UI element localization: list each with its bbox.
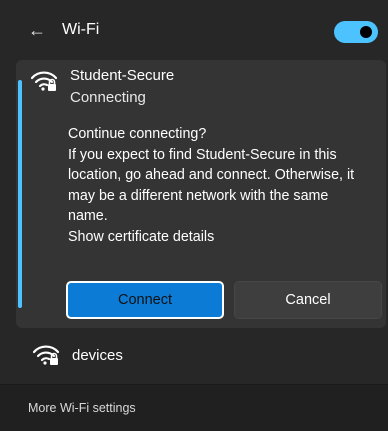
connect-button[interactable]: Connect [66,281,224,319]
show-certificate-details-link[interactable]: Show certificate details [68,227,368,248]
wifi-secured-icon [32,345,60,365]
footer: More Wi-Fi settings [0,384,388,431]
connect-prompt: Continue connecting? If you expect to fi… [68,124,368,247]
wifi-secured-icon [30,71,58,91]
more-wifi-settings-link[interactable]: More Wi-Fi settings [28,401,136,415]
prompt-line: If you expect to find Student-Secure in … [68,146,337,163]
cancel-button[interactable]: Cancel [234,281,382,319]
wifi-header: ← Wi-Fi [0,0,388,60]
selection-accent-bar [18,80,22,308]
page-title: Wi-Fi [62,21,100,38]
prompt-line: name. [68,208,108,224]
prompt-line: location, go ahead and connect. Otherwis… [68,167,355,183]
network-name: Student-Secure [70,67,175,84]
back-arrow-icon[interactable]: ← [28,20,48,40]
prompt-line: may be a different network with the same [68,187,329,204]
network-status: Connecting [70,89,146,106]
wifi-toggle[interactable] [334,21,378,43]
network-name: devices [72,347,123,364]
prompt-line: Continue connecting? [68,126,207,142]
toggle-knob [360,26,372,38]
